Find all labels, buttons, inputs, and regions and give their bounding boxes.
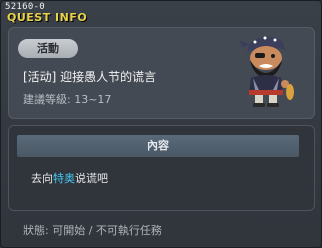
task-prefix: 去向 bbox=[31, 172, 53, 185]
quest-name: [活动] 迎接愚人节的谎言 bbox=[23, 70, 157, 84]
level-requirement: 建議等級: 13~17 bbox=[23, 93, 112, 106]
npc-portrait-image bbox=[239, 36, 294, 107]
task-description: 去向特奥说谎吧 bbox=[31, 170, 108, 186]
title-bar[interactable]: 52160-0 QUEST INFO bbox=[1, 1, 321, 25]
window-title: QUEST INFO bbox=[7, 11, 88, 24]
quest-info-window: 52160-0 QUEST INFO 活動 [活动] 迎接愚人节的谎言 建議等級… bbox=[0, 0, 322, 248]
task-suffix: 说谎吧 bbox=[75, 172, 108, 185]
content-header: 內容 bbox=[17, 135, 299, 157]
category-badge: 活動 bbox=[18, 39, 78, 58]
quest-status: 狀態: 可開始 / 不可執行任務 bbox=[23, 224, 162, 237]
npc-link[interactable]: 特奥 bbox=[53, 172, 75, 185]
